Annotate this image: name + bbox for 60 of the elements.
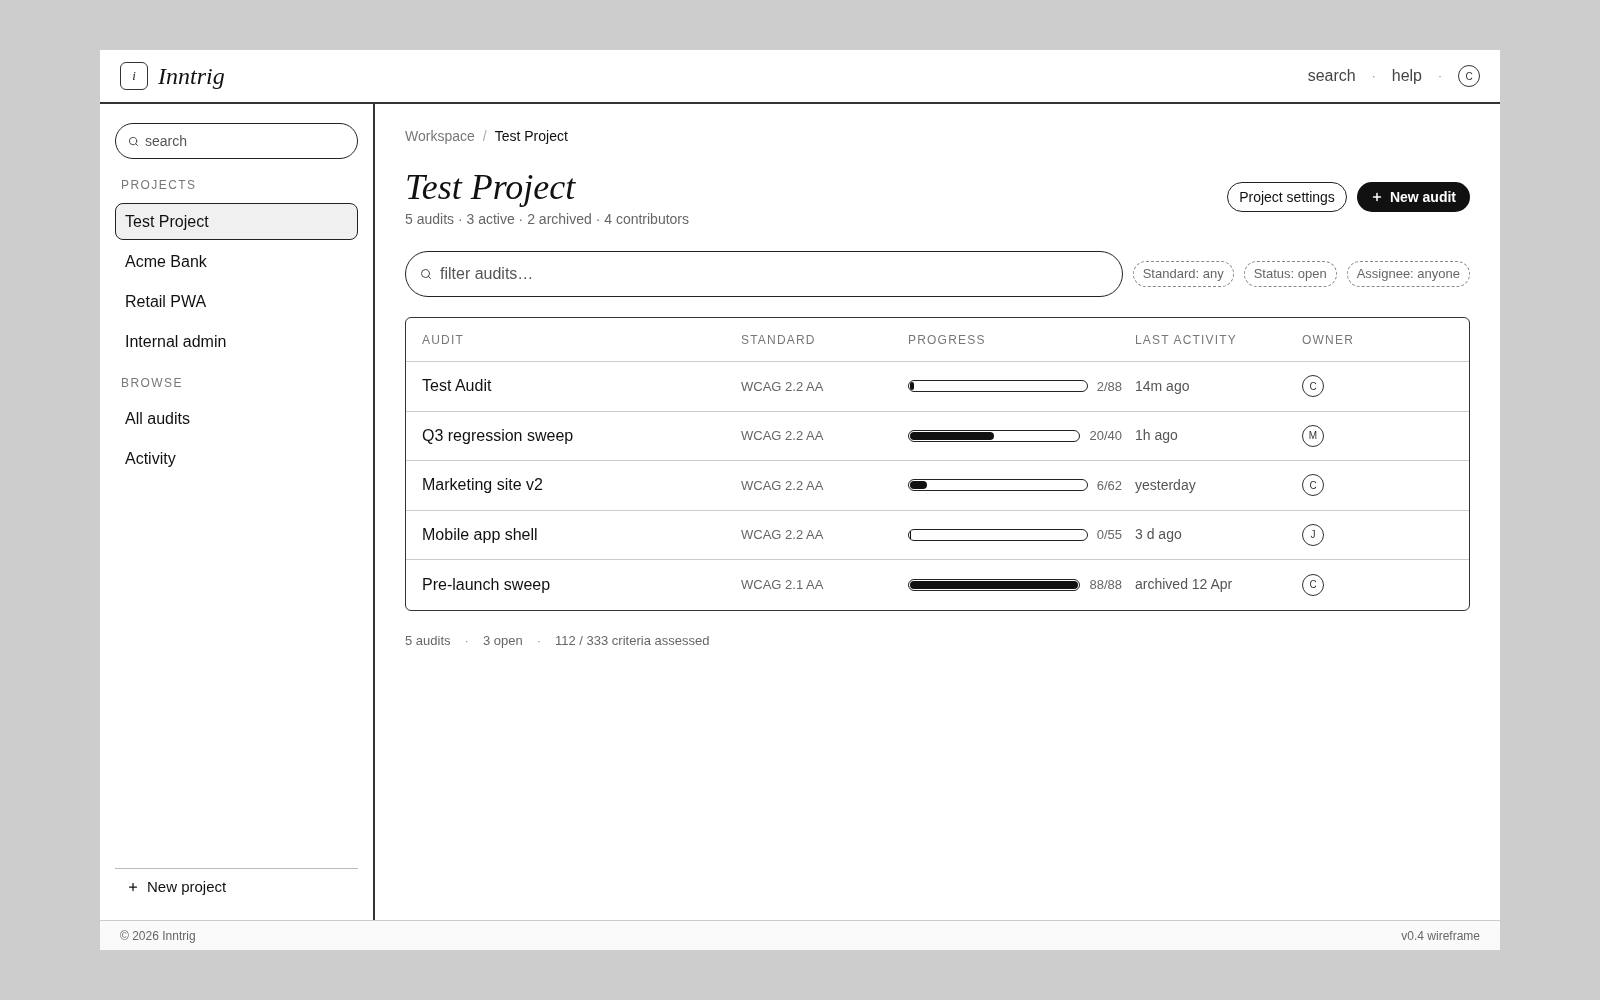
nav-link[interactable]: help <box>1391 64 1422 88</box>
summary-text: 5 audits <box>405 631 451 650</box>
section-label: BROWSE <box>120 375 184 391</box>
sidebar-item[interactable]: Retail PWA <box>115 283 358 320</box>
page-subtitle: 5 audits · 3 active · 2 archived · 4 contributors <box>405 210 690 229</box>
breadcrumb-separator: / <box>482 127 487 146</box>
standard-text: WCAG 2.2 AA <box>741 427 825 445</box>
progress-reading: 0/55 <box>1096 526 1122 544</box>
last-activity-text: 3 d ago <box>1135 525 1183 545</box>
section-label: PROJECTS <box>120 177 198 193</box>
filter-field[interactable]: filter audits… <box>405 251 1123 297</box>
search-field[interactable]: search <box>115 123 358 159</box>
separator-dot: · <box>1370 68 1377 85</box>
copyright-text: © 2026 Inntrig <box>120 927 196 945</box>
audit-name[interactable]: Marketing site v2 <box>422 473 741 498</box>
sidebar-item[interactable]: All audits <box>115 400 358 437</box>
audit-name[interactable]: Pre-launch sweep <box>422 572 741 597</box>
sidebar-item[interactable]: Internal admin <box>115 323 358 360</box>
column-header: PROGRESS <box>908 331 987 349</box>
brand-name: Inntrig <box>158 62 225 91</box>
new-audit-button[interactable]: New audit <box>1356 182 1470 212</box>
audit-name[interactable]: Mobile app shell <box>422 522 741 547</box>
summary-text: 3 open <box>482 631 523 650</box>
page-title: Test Project <box>405 166 577 209</box>
sidebar-item[interactable]: Activity <box>115 440 358 477</box>
version-text: v0.4 wireframe <box>1401 927 1480 945</box>
standard-text: WCAG 2.2 AA <box>741 526 825 544</box>
separator-dot: · <box>536 631 541 650</box>
new-project-button[interactable]: New project <box>115 869 239 905</box>
sidebar-item[interactable]: Acme Bank <box>115 243 358 280</box>
sidebar-item[interactable]: Test Project <box>115 203 358 240</box>
standard-text: WCAG 2.2 AA <box>741 377 825 396</box>
plus-icon <box>1370 191 1383 203</box>
last-activity-text: 14m ago <box>1135 376 1191 396</box>
logo-mark: i <box>120 62 148 90</box>
separator-dot: · <box>464 631 469 650</box>
breadcrumb-current: Test Project <box>494 127 568 146</box>
audit-name[interactable]: Test Audit <box>422 374 741 399</box>
last-activity-text: archived 12 Apr <box>1135 575 1234 595</box>
last-activity-text: 1h ago <box>1135 426 1179 446</box>
search-icon <box>420 268 432 280</box>
standard-text: WCAG 2.1 AA <box>741 576 825 594</box>
progress-reading: 88/88 <box>1089 576 1122 594</box>
plus-icon <box>127 881 139 893</box>
column-header: LAST ACTIVITY <box>1135 331 1239 349</box>
progress-reading: 20/40 <box>1089 427 1122 445</box>
breadcrumb-link[interactable]: Workspace <box>405 126 475 146</box>
search-icon <box>128 135 139 147</box>
last-activity-text: yesterday <box>1135 475 1197 495</box>
column-header: STANDARD <box>741 331 817 349</box>
column-header: OWNER <box>1302 331 1355 349</box>
standard-text: WCAG 2.2 AA <box>741 476 825 495</box>
column-header: AUDIT <box>422 331 465 349</box>
progress-reading: 6/62 <box>1096 476 1122 495</box>
progress-reading: 2/88 <box>1096 377 1122 396</box>
project-settings-button[interactable]: Project settings <box>1227 182 1347 212</box>
nav-link[interactable]: search <box>1307 64 1356 88</box>
summary-text: 112 / 333 criteria assessed <box>555 631 710 650</box>
separator-dot: · <box>1437 68 1443 85</box>
audit-name[interactable]: Q3 regression sweep <box>422 423 741 448</box>
